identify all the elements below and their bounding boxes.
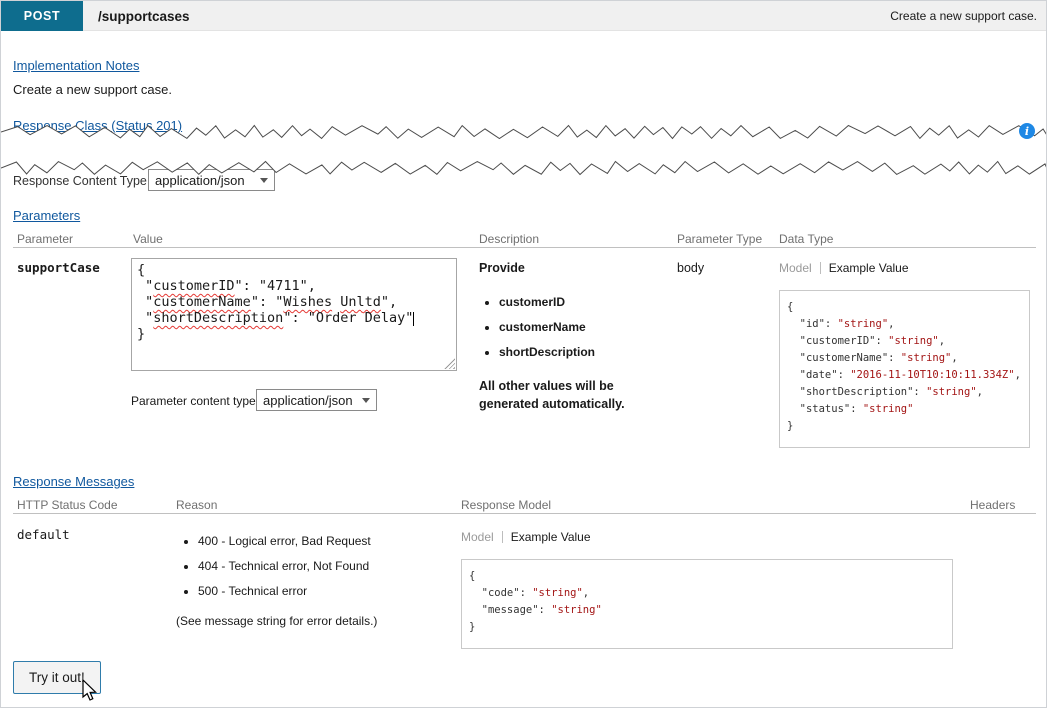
parameter-content-type-label: Parameter content type: (131, 394, 259, 408)
operation-header: POST /supportcases Create a new support … (1, 1, 1046, 31)
parameter-content-type-value: application/json (263, 393, 353, 408)
col-http-status-code: HTTP Status Code (17, 498, 118, 512)
col-headers: Headers (970, 498, 1015, 512)
implementation-notes-link[interactable]: Implementation Notes (13, 58, 139, 73)
endpoint-summary: Create a new support case. (890, 1, 1037, 31)
response-messages-header-divider (13, 513, 1036, 514)
description-list: customerID customerName shortDescription (479, 295, 595, 370)
col-data-type: Data Type (779, 232, 833, 246)
parameters-header-divider (13, 247, 1036, 248)
description-item: customerName (499, 320, 595, 334)
reason-note: (See message string for error details.) (176, 614, 377, 628)
try-it-out-button[interactable]: Try it out! (13, 661, 101, 694)
response-status-code: default (17, 527, 70, 542)
response-class-link[interactable]: Response Class (Status 201) (13, 118, 182, 133)
parameter-type-value: body (677, 261, 704, 275)
tab-divider (502, 531, 503, 543)
response-content-type-value: application/json (155, 173, 245, 188)
col-parameter: Parameter (17, 232, 73, 246)
parameter-value-editor[interactable]: { "customerID": "4711", "customerName": … (131, 258, 457, 371)
description-intro: Provide (479, 261, 525, 275)
data-type-example-box: { "id": "string", "customerID": "string"… (779, 290, 1030, 448)
api-operation-panel: POST /supportcases Create a new support … (0, 0, 1047, 708)
data-type-tabs: Model Example Value (779, 261, 909, 275)
response-content-type-label: Response Content Type (13, 174, 147, 188)
parameter-content-type-select[interactable]: application/json (256, 389, 377, 411)
response-messages-link[interactable]: Response Messages (13, 474, 134, 489)
tab-example-value[interactable]: Example Value (511, 530, 591, 544)
reason-item: 500 - Technical error (198, 584, 371, 598)
tab-divider (820, 262, 821, 274)
col-parameter-type: Parameter Type (677, 232, 762, 246)
reason-item: 404 - Technical error, Not Found (198, 559, 371, 573)
col-reason: Reason (176, 498, 217, 512)
description-item: shortDescription (499, 345, 595, 359)
implementation-notes-text: Create a new support case. (13, 82, 172, 97)
reason-list: 400 - Logical error, Bad Request 404 - T… (176, 534, 371, 609)
chevron-down-icon (362, 398, 370, 403)
description-note: All other values will be generated autom… (479, 377, 669, 413)
response-model-tabs: Model Example Value (461, 530, 591, 544)
col-value: Value (133, 232, 163, 246)
resize-grip-icon[interactable] (444, 358, 455, 369)
description-item: customerID (499, 295, 595, 309)
parameter-name: supportCase (17, 260, 100, 275)
chevron-down-icon (260, 178, 268, 183)
tab-example-value[interactable]: Example Value (829, 261, 909, 275)
col-response-model: Response Model (461, 498, 551, 512)
text-caret (413, 312, 414, 326)
reason-item: 400 - Logical error, Bad Request (198, 534, 371, 548)
tab-model[interactable]: Model (461, 530, 494, 544)
col-description: Description (479, 232, 539, 246)
response-content-type-select[interactable]: application/json (148, 169, 275, 191)
parameters-link[interactable]: Parameters (13, 208, 80, 223)
info-icon[interactable]: i (1019, 123, 1035, 139)
http-method-badge: POST (1, 1, 83, 31)
response-model-example-box: { "code": "string", "message": "string" … (461, 559, 953, 649)
endpoint-path[interactable]: /supportcases (98, 1, 190, 31)
tab-model[interactable]: Model (779, 261, 812, 275)
